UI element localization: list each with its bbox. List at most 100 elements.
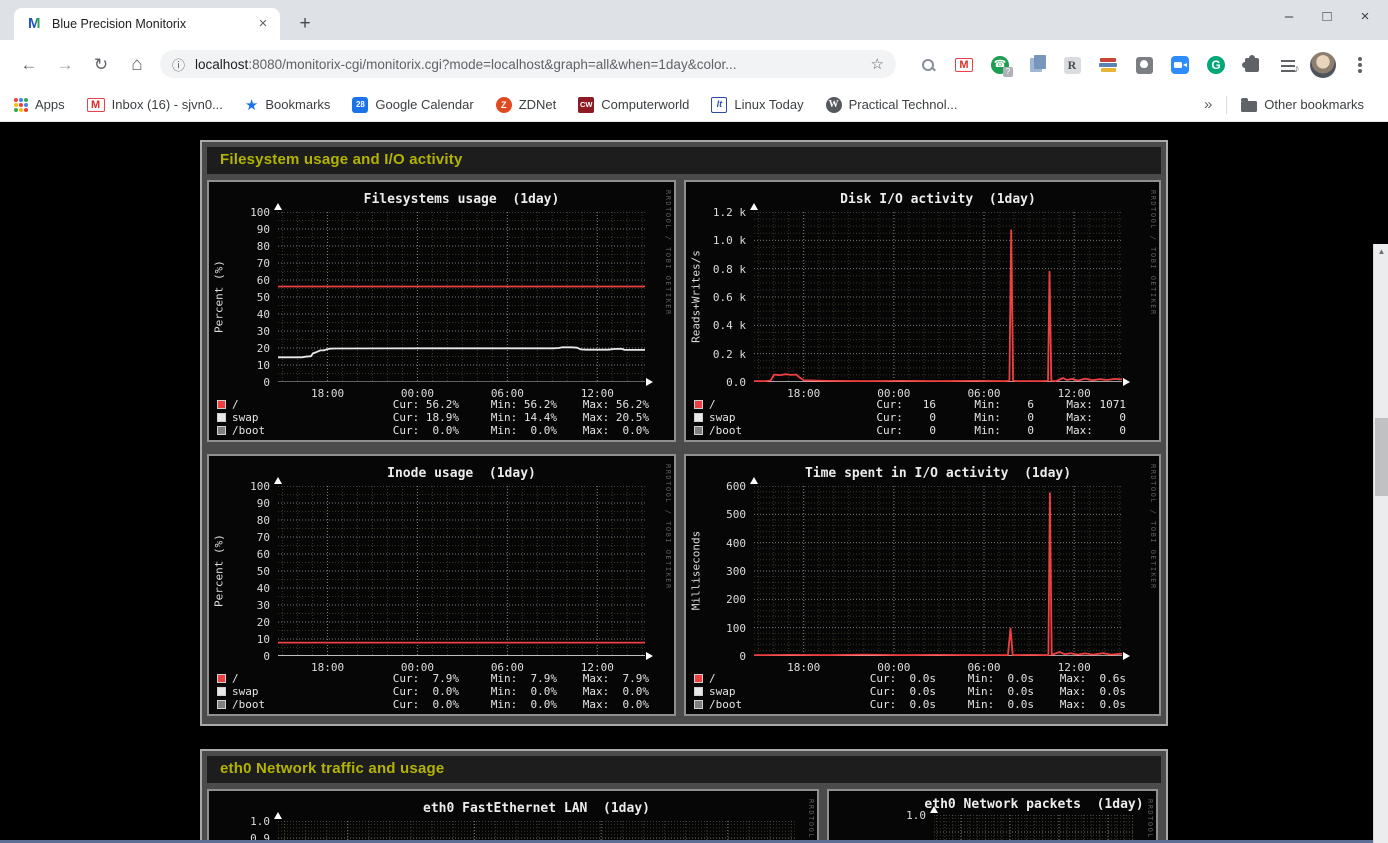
books-extension-icon[interactable] [1095, 52, 1121, 78]
y-tick-label: 100 [220, 206, 270, 219]
gmail-extension-icon[interactable]: M [951, 52, 977, 78]
legend-max: Max: 0 [1033, 411, 1126, 424]
legend-swatch [217, 674, 226, 683]
bookmark-bookmarks[interactable]: ★ Bookmarks [245, 96, 330, 114]
graph-panel-filesystems-usage[interactable]: Filesystems usage (1day)RRDTOOL / TOBI O… [207, 180, 676, 442]
y-tick-label: 0.8 k [696, 263, 746, 276]
y-tick-label: 0 [220, 650, 270, 663]
graph-panel-inode-usage[interactable]: Inode usage (1day)RRDTOOL / TOBI OETIKER… [207, 454, 676, 716]
series-/ [754, 230, 1122, 381]
bookmarks-bar: Apps M Inbox (16) - sjvn0... ★ Bookmarks… [0, 88, 1388, 122]
x-axis-arrow-icon [646, 652, 653, 660]
graph-title: Disk I/O activity (1day) [778, 192, 1098, 207]
phone-extension-icon[interactable]: ☎ [987, 52, 1013, 78]
graph-panel-time-io-activity[interactable]: Time spent in I/O activity (1day)RRDTOOL… [684, 454, 1161, 716]
y-tick-label: 20 [220, 342, 270, 355]
video-camera-extension-icon[interactable] [1167, 52, 1193, 78]
lamp-extension-icon[interactable] [1131, 52, 1157, 78]
window-maximize-button[interactable]: □ [1318, 8, 1336, 25]
bookmark-linux-today[interactable]: lt Linux Today [711, 97, 803, 113]
search-extension-icon[interactable] [915, 52, 941, 78]
legend-max: Max: 20.5% [556, 411, 649, 424]
scrollbar-thumb[interactable] [1375, 418, 1388, 496]
y-axis-arrow-icon [274, 203, 282, 210]
grammarly-extension-icon[interactable]: G [1203, 52, 1229, 78]
apps-shortcut[interactable]: Apps [14, 97, 65, 112]
legend-max: Max: 0.0s [1033, 698, 1126, 711]
linux-today-icon: lt [711, 97, 727, 113]
graph-title: Inode usage (1day) [302, 466, 622, 481]
forward-icon[interactable]: → [52, 52, 78, 78]
section-title-filesystem: Filesystem usage and I/O activity [207, 147, 1161, 174]
browser-toolbar: ← → ↻ ⌂ ⓘ localhost:8080/monitorix-cgi/m… [0, 40, 1388, 88]
y-tick-label: 80 [220, 514, 270, 527]
rrdtool-watermark: RRDTOOL / TOBI OETIKER [1149, 190, 1157, 316]
back-icon[interactable]: ← [16, 52, 42, 78]
legend-swatch [694, 674, 703, 683]
new-tab-button[interactable]: + [292, 12, 318, 38]
legend-name: /boot [232, 698, 265, 711]
legend-name: swap [232, 411, 259, 424]
reload-icon[interactable]: ↻ [88, 52, 114, 78]
playlist-extension-icon[interactable] [1275, 52, 1301, 78]
x-axis-arrow-icon [1123, 378, 1130, 386]
browser-titlebar: M Blue Precision Monitorix × + – □ × [0, 0, 1388, 40]
legend-min: Min: 14.4% [467, 411, 557, 424]
wordpress-icon: W [826, 97, 842, 113]
legend-cur: Cur: 18.9% [359, 411, 459, 424]
other-bookmarks-button[interactable]: Other bookmarks [1241, 97, 1364, 112]
graph-plot-area [934, 815, 1134, 843]
y-tick-label: 80 [220, 240, 270, 253]
legend-max: Max: 0 [1033, 424, 1126, 437]
browser-tab[interactable]: M Blue Precision Monitorix × [14, 8, 280, 40]
legend-name: / [232, 672, 239, 685]
address-bar[interactable]: ⓘ localhost:8080/monitorix-cgi/monitorix… [160, 50, 896, 78]
reader-extension-icon[interactable]: R [1059, 52, 1085, 78]
bookmark-zdnet[interactable]: Z ZDNet [496, 97, 557, 113]
y-axis-arrow-icon [930, 806, 938, 813]
legend-swatch [217, 700, 226, 709]
page-scrollbar[interactable]: ▲ ▼ [1373, 244, 1388, 843]
bookmark-star-icon[interactable]: ☆ [871, 55, 884, 73]
series-swap [278, 347, 645, 357]
graph-plot-area [754, 486, 1122, 656]
y-axis-label: Packets/s [839, 815, 852, 843]
x-axis-arrow-icon [1123, 652, 1130, 660]
y-tick-label: 1.0 [220, 815, 270, 828]
y-tick-label: 60 [220, 548, 270, 561]
bookmark-computerworld[interactable]: CW Computerworld [578, 97, 689, 113]
extensions-puzzle-icon[interactable] [1239, 52, 1265, 78]
copy-pages-extension-icon[interactable] [1023, 52, 1049, 78]
bookmark-inbox[interactable]: M Inbox (16) - sjvn0... [87, 97, 223, 112]
bookmarks-overflow-chevron[interactable]: » [1204, 96, 1212, 113]
legend-min: Min: 0 [944, 411, 1034, 424]
graph-panel-eth0-packets[interactable]: eth0 Network packets (1day)RRDTOOL / TOB… [827, 789, 1158, 843]
profile-avatar[interactable] [1310, 52, 1336, 78]
series-/ [754, 493, 1122, 655]
window-close-button[interactable]: × [1356, 8, 1374, 25]
bookmark-practical-technology[interactable]: W Practical Technol... [826, 97, 958, 113]
tab-title: Blue Precision Monitorix [52, 17, 254, 31]
y-axis-arrow-icon [750, 203, 758, 210]
menu-kebab-icon[interactable] [1347, 52, 1373, 78]
legend-min: Min: 0.0s [944, 685, 1034, 698]
scrollbar-up-arrow-icon[interactable]: ▲ [1374, 244, 1388, 259]
gmail-icon: M [87, 98, 105, 112]
rrdtool-watermark: RRDTOOL / TOBI OETIKER [807, 799, 815, 843]
tab-close-icon[interactable]: × [254, 15, 272, 33]
legend-cur: Cur: 0 [836, 411, 936, 424]
window-minimize-button[interactable]: – [1280, 8, 1298, 25]
home-icon[interactable]: ⌂ [124, 52, 150, 78]
site-info-icon[interactable]: ⓘ [172, 55, 185, 74]
graph-panel-disk-io-activity[interactable]: Disk I/O activity (1day) RRDTOOL / TOBI O… [684, 180, 1161, 442]
y-tick-label: 0.2 k [696, 348, 746, 361]
y-tick-label: 300 [696, 565, 746, 578]
legend-max: Max: 0.0% [556, 424, 649, 437]
legend-max: Max: 0.6s [1033, 672, 1126, 685]
legend-min: Min: 7.9% [467, 672, 557, 685]
bookmark-google-calendar[interactable]: 28 Google Calendar [352, 97, 473, 113]
graph-panel-eth0-lan[interactable]: eth0 FastEthernet LAN (1day)RRDTOOL / TO… [207, 789, 819, 843]
zdnet-icon: Z [496, 97, 512, 113]
legend-name: / [709, 672, 716, 685]
legend-min: Min: 0.0% [467, 698, 557, 711]
